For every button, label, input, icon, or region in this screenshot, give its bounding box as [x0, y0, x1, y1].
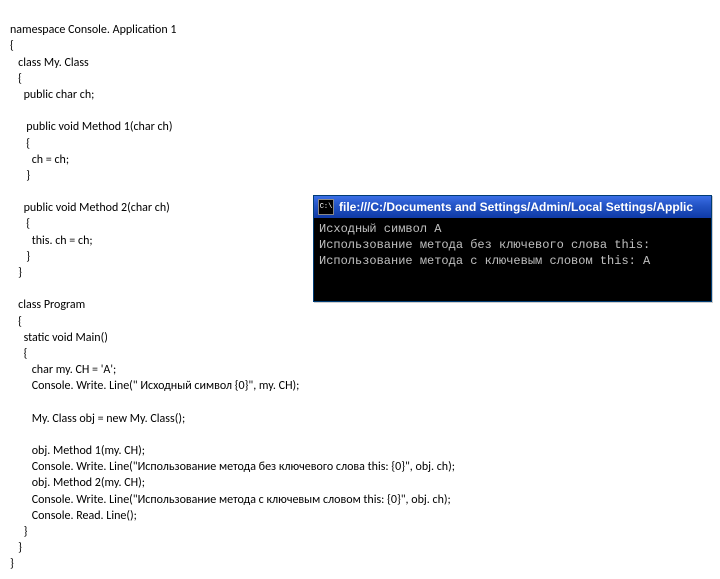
code-line: char my. CH = 'A'; — [10, 363, 116, 377]
console-line: Исходный символ A — [319, 222, 441, 236]
console-line: Использование метода с ключевым словом t… — [319, 254, 650, 268]
code-line: { — [10, 217, 30, 231]
code-line: } — [10, 169, 30, 183]
code-line: public void Method 1(char ch) — [10, 120, 173, 134]
console-title: file:///C:/Documents and Settings/Admin/… — [339, 199, 707, 215]
code-line: class Program — [10, 298, 85, 312]
console-line: Использование метода без ключевого слова… — [319, 238, 650, 252]
code-line: } — [10, 250, 30, 264]
code-line: public char ch; — [10, 88, 94, 102]
code-line: Console. Read. Line(); — [10, 509, 137, 523]
console-titlebar[interactable]: C:\ file:///C:/Documents and Settings/Ad… — [314, 196, 711, 218]
code-line: this. ch = ch; — [10, 234, 93, 248]
console-window: C:\ file:///C:/Documents and Settings/Ad… — [313, 195, 712, 302]
code-line: { — [10, 347, 27, 361]
code-line: obj. Method 2(my. CH); — [10, 476, 145, 490]
code-line: } — [10, 541, 22, 555]
code-line: } — [10, 557, 14, 571]
code-line: } — [10, 266, 22, 280]
code-line: } — [10, 525, 27, 539]
code-line: { — [10, 315, 22, 329]
code-line: class My. Class — [10, 56, 89, 70]
console-output: Исходный символ A Использование метода б… — [314, 218, 711, 301]
code-line: public void Method 2(char ch) — [10, 201, 170, 215]
code-line: { — [10, 137, 30, 151]
code-line: static void Main() — [10, 331, 108, 345]
code-line: obj. Method 1(my. CH); — [10, 444, 145, 458]
code-line: Console. Write. Line(" Исходный символ {… — [10, 379, 299, 393]
code-line: { — [10, 39, 14, 53]
code-line: ch = ch; — [10, 153, 69, 167]
code-line: namespace Console. Application 1 — [10, 23, 176, 37]
cmd-icon-text: C:\ — [320, 204, 333, 211]
cmd-icon: C:\ — [318, 199, 334, 215]
code-line: Console. Write. Line("Использование мето… — [10, 460, 455, 474]
code-line: My. Class obj = new My. Class(); — [10, 412, 185, 426]
code-line: Console. Write. Line("Использование мето… — [10, 493, 451, 507]
code-line: { — [10, 72, 22, 86]
